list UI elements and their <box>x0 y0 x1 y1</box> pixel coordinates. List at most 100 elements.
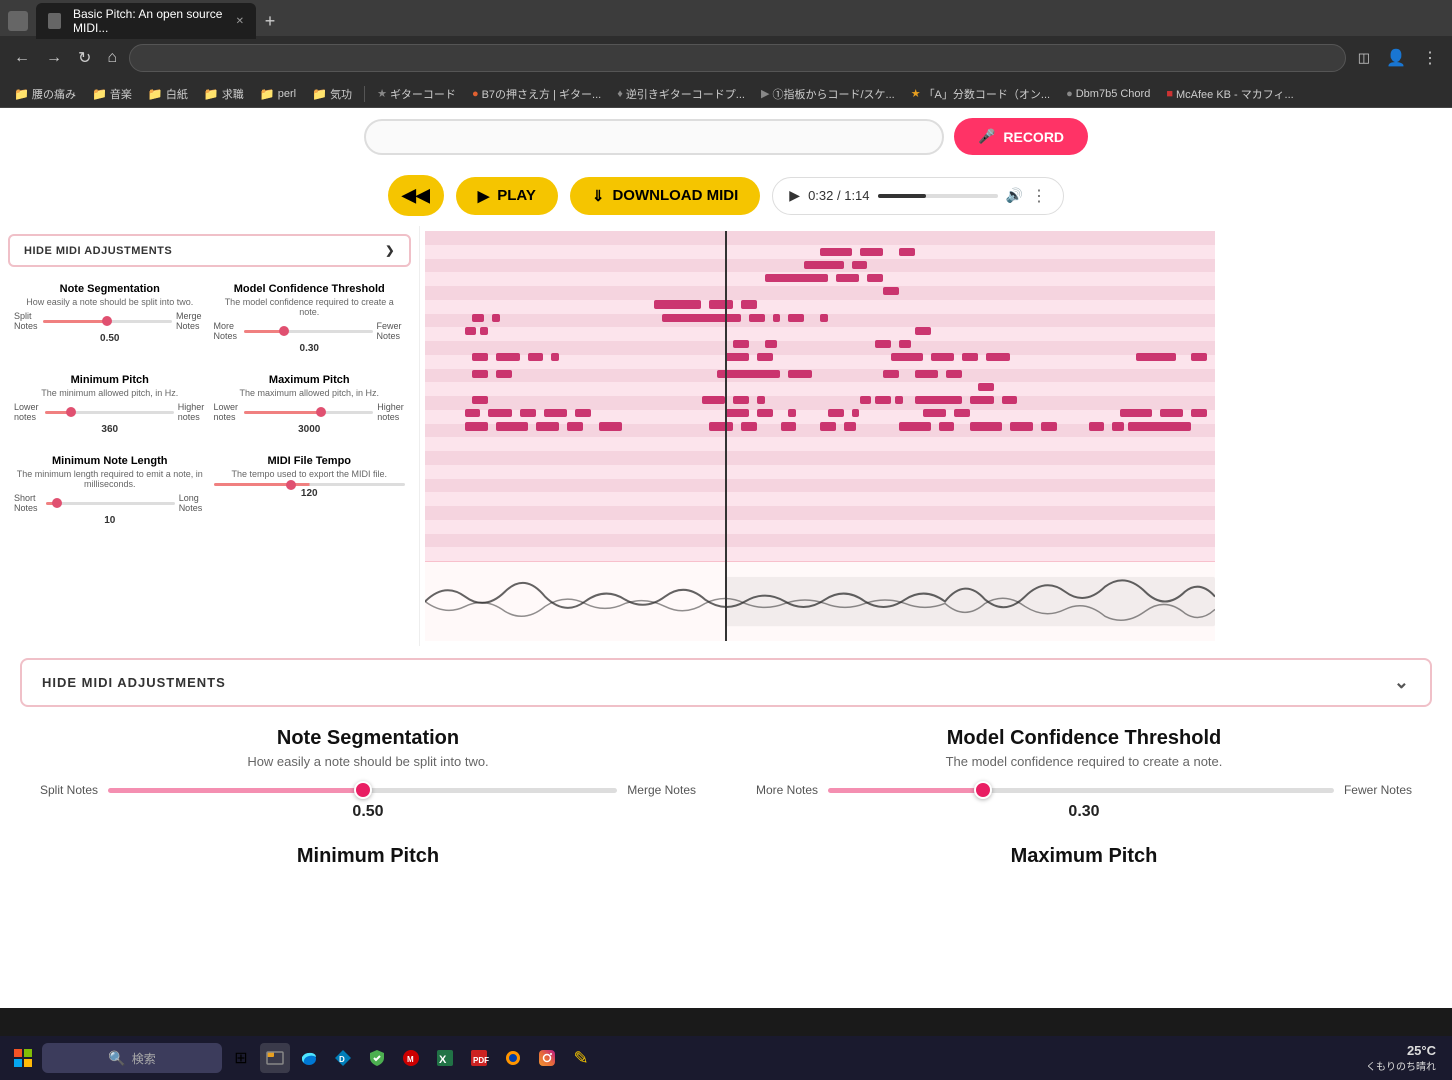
play-btn[interactable]: ▶ PLAY <box>456 177 558 215</box>
windows-start-btn[interactable] <box>8 1043 38 1073</box>
tempo-slider-mini[interactable] <box>214 483 406 486</box>
audio-player: ▶ 0:32 / 1:14 🔊 ⋮ <box>772 177 1064 215</box>
tab-close-btn[interactable]: ✕ <box>236 16 244 27</box>
max-pitch-title-main: Maximum Pitch <box>756 845 1412 868</box>
min-pitch-slider-mini[interactable] <box>45 411 174 414</box>
note-seg-title-mini: Note Segmentation <box>14 283 206 295</box>
long-label-mini: Long Notes <box>179 493 206 513</box>
left-panel: HIDE MIDI ADJUSTMENTS ❯ Note Segmentatio… <box>0 226 420 646</box>
confidence-slider-main[interactable] <box>828 788 1334 793</box>
back-btn[interactable]: ← <box>10 45 34 71</box>
file-bar: voice_4634_BIG.mp3 🎤 RECORD <box>0 108 1452 165</box>
split-slider-mini[interactable] <box>43 320 172 323</box>
bookmark-guitar[interactable]: ★ ギターコード <box>371 84 462 104</box>
bookmark-mcafee[interactable]: ■ McAfee KB - マカフィ... <box>1160 84 1299 104</box>
confidence-main: Model Confidence Threshold The model con… <box>756 727 1412 821</box>
bookmark-kiko[interactable]: 📁 気功 <box>306 84 358 104</box>
tempo-slider-row-mini <box>214 483 406 486</box>
hide-midi-btn-mini[interactable]: HIDE MIDI ADJUSTMENTS ❯ <box>8 234 411 267</box>
record-btn[interactable]: 🎤 RECORD <box>954 118 1088 155</box>
confidence-slider-row-main: More Notes Fewer Notes <box>756 783 1412 797</box>
nav-bar: ← → ↻ ⌂ https://basicpitch.spotify.com ◫… <box>0 36 1452 80</box>
address-bar[interactable]: https://basicpitch.spotify.com <box>129 44 1346 72</box>
tempo-title-mini: MIDI File Tempo <box>214 455 406 467</box>
menu-btn[interactable]: ⋮ <box>1418 44 1442 72</box>
confidence-slider-mini[interactable] <box>244 330 373 333</box>
max-pitch-title-mini: Maximum Pitch <box>214 374 406 386</box>
forward-btn[interactable]: → <box>42 45 66 71</box>
bookmark-a-chord[interactable]: ★ 「A」分数コード（オン... <box>905 84 1056 104</box>
min-note-mini: Minimum Note Length The minimum length r… <box>14 455 206 526</box>
confidence-title-mini: Model Confidence Threshold <box>214 283 406 295</box>
weather-widget: 25°C くもりのち晴れ <box>1366 1043 1444 1073</box>
confidence-mini: Model Confidence Threshold The model con… <box>214 283 406 354</box>
bookmark-kyushoku[interactable]: 📁 求職 <box>198 84 250 104</box>
bookmark-hakushi[interactable]: 📁 白紙 <box>142 84 194 104</box>
search-taskbar-btn[interactable]: 🔍 検索 <box>42 1043 222 1073</box>
confidence-desc-main: The model confidence required to create … <box>756 754 1412 769</box>
min-note-slider-mini[interactable] <box>46 502 175 505</box>
waveform-svg <box>425 562 1215 641</box>
bookmark-koshi[interactable]: 📁 腰の痛み <box>8 84 82 104</box>
bookmark-perl[interactable]: 📁 perl <box>254 85 302 103</box>
browser-logo <box>8 11 28 31</box>
max-pitch-main: Maximum Pitch <box>756 845 1412 872</box>
dell-btn[interactable]: D <box>328 1043 358 1073</box>
audio-progress-bar[interactable] <box>878 194 998 198</box>
skip-back-icon: ◀◀ <box>402 185 430 206</box>
max-pitch-slider-mini[interactable] <box>244 411 373 414</box>
more-options-icon[interactable]: ⋮ <box>1031 186 1047 206</box>
note-btn[interactable]: ✎ <box>566 1043 596 1073</box>
excel-btn[interactable]: X <box>430 1043 460 1073</box>
max-pitch-desc-mini: The maximum allowed pitch, in Hz. <box>214 388 406 398</box>
merge-label-main: Merge Notes <box>627 783 696 797</box>
note-seg-title-main: Note Segmentation <box>40 727 696 750</box>
taskbar: 🔍 検索 ⊞ D M X <box>0 1036 1452 1080</box>
file-name-input[interactable]: voice_4634_BIG.mp3 <box>364 119 944 155</box>
merge-label-mini: Merge Notes <box>176 311 206 331</box>
instagram-btn[interactable] <box>532 1043 562 1073</box>
note-seg-main: Note Segmentation How easily a note shou… <box>40 727 696 821</box>
hide-midi-btn-main[interactable]: HIDE MIDI ADJUSTMENTS ⌄ <box>20 658 1432 707</box>
bookmark-fretboard[interactable]: ▶ ①指板からコード/スケ... <box>755 84 901 104</box>
file-manager-btn[interactable] <box>260 1043 290 1073</box>
min-pitch-slider-row-mini: Lower notes Higher notes <box>14 402 206 422</box>
chevron-down-icon: ⌄ <box>1394 672 1410 693</box>
hide-midi-label-main: HIDE MIDI ADJUSTMENTS <box>42 675 226 690</box>
skip-back-btn[interactable]: ◀◀ <box>388 175 444 216</box>
firefox-btn[interactable] <box>498 1043 528 1073</box>
more-notes-label-main: More Notes <box>756 783 818 797</box>
download-midi-btn[interactable]: ⇓ DOWNLOAD MIDI <box>570 177 760 215</box>
split-slider-main[interactable] <box>108 788 617 793</box>
pdf-btn[interactable]: PDF <box>464 1043 494 1073</box>
svg-text:D: D <box>339 1055 345 1064</box>
split-val-main: 0.50 <box>40 803 696 821</box>
profile-btn[interactable]: 👤 <box>1382 44 1410 72</box>
min-note-desc-mini: The minimum length required to emit a no… <box>14 469 206 489</box>
divider <box>364 86 365 102</box>
tab-bar: Basic Pitch: An open source MIDI... ✕ + <box>0 0 1452 36</box>
min-pitch-main: Minimum Pitch <box>40 845 696 872</box>
edge-btn[interactable] <box>294 1043 324 1073</box>
note-seg-desc-main: How easily a note should be split into t… <box>40 754 696 769</box>
audio-time: 0:32 / 1:14 <box>808 188 869 203</box>
audio-play-icon[interactable]: ▶ <box>789 187 800 204</box>
active-tab[interactable]: Basic Pitch: An open source MIDI... ✕ <box>36 3 256 39</box>
new-tab-btn[interactable]: + <box>256 7 284 35</box>
bookmark-b7[interactable]: ● B7の押さえ方 | ギター... <box>466 84 607 104</box>
mcafee-btn[interactable]: M <box>396 1043 426 1073</box>
bookmark-dbm7b5[interactable]: ● Dbm7b5 Chord <box>1060 86 1156 102</box>
min-note-title-mini: Minimum Note Length <box>14 455 206 467</box>
svg-text:PDF: PDF <box>473 1056 489 1065</box>
volume-icon[interactable]: 🔊 <box>1006 187 1023 204</box>
bookmark-reverse-guitar[interactable]: ♦ 逆引きギターコードプ... <box>611 84 751 104</box>
refresh-btn[interactable]: ↻ <box>74 44 95 72</box>
task-view-btn[interactable]: ⊞ <box>226 1043 256 1073</box>
confidence-val-main: 0.30 <box>756 803 1412 821</box>
security-btn[interactable] <box>362 1043 392 1073</box>
home-btn[interactable]: ⌂ <box>103 45 121 71</box>
bookmark-music[interactable]: 📁 音楽 <box>86 84 138 104</box>
bookmarks-bar: 📁 腰の痛み 📁 音楽 📁 白紙 📁 求職 📁 perl 📁 気功 ★ ギターコ… <box>0 80 1452 108</box>
waveform-area <box>425 561 1215 641</box>
extensions-btn[interactable]: ◫ <box>1354 46 1374 70</box>
